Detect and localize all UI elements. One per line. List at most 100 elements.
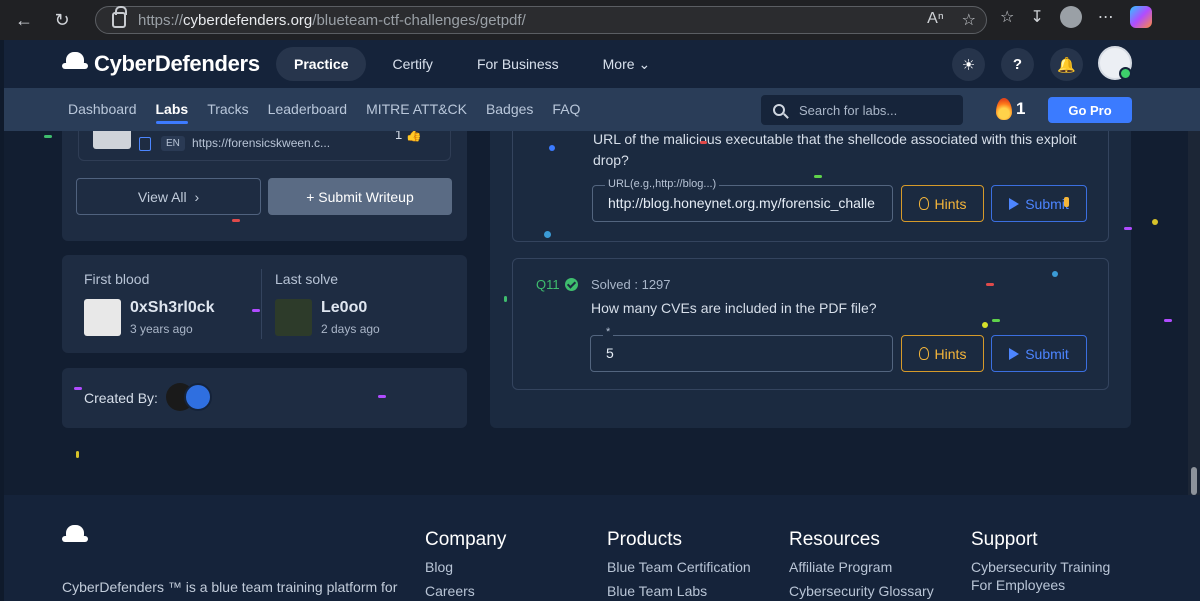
first-blood-avatar[interactable] xyxy=(84,299,121,336)
address-bar[interactable]: https://cyberdefenders.org/blueteam-ctf-… xyxy=(95,6,987,34)
question-text: URL of the malicious executable that the… xyxy=(593,131,1077,168)
input-legend: URL(e.g.,http://blog...) xyxy=(605,178,720,190)
question-number: Q11 xyxy=(536,277,578,292)
created-by-card: Created By: xyxy=(62,368,467,428)
confetti-piece xyxy=(1152,219,1158,225)
confetti-piece xyxy=(700,141,707,144)
hat-logo-icon xyxy=(62,52,88,76)
subnav-badges[interactable]: Badges xyxy=(486,101,533,117)
footer-link[interactable]: Careers xyxy=(425,583,506,599)
footer-link[interactable]: Cybersecurity Training xyxy=(971,559,1110,575)
go-pro-button[interactable]: Go Pro xyxy=(1048,97,1132,123)
submit-writeup-button[interactable]: + Submit Writeup xyxy=(268,178,452,215)
footer-heading: Products xyxy=(607,529,682,550)
submit-button[interactable]: Submit xyxy=(991,185,1087,222)
user-avatar[interactable] xyxy=(1098,46,1132,80)
confetti-piece xyxy=(992,319,1000,322)
nav-certify[interactable]: Certify xyxy=(374,47,450,81)
submit-label: Submit xyxy=(1025,195,1069,212)
question-card-q11: Q11 Solved : 1297 How many CVEs are incl… xyxy=(512,258,1109,390)
footer-link[interactable]: Blue Team Labs xyxy=(607,583,751,599)
hints-button[interactable]: Hints xyxy=(901,185,984,222)
confetti-piece xyxy=(1124,227,1132,230)
submit-button[interactable]: Submit xyxy=(991,335,1087,372)
back-icon[interactable]: ← xyxy=(10,6,38,34)
footer-heading: Support xyxy=(971,529,1038,550)
theme-sun-icon[interactable]: ☀ xyxy=(952,48,985,81)
like-button[interactable]: 1 👍 xyxy=(395,131,422,143)
first-blood: First blood 0xSh3rl0ck 3 years ago xyxy=(84,271,215,336)
subnav-leaderboard[interactable]: Leaderboard xyxy=(268,101,347,117)
like-count: 1 xyxy=(395,131,403,142)
reload-icon[interactable]: ↻ xyxy=(48,6,76,34)
lock-icon[interactable] xyxy=(112,6,127,28)
question-text: How many CVEs are included in the PDF fi… xyxy=(591,300,877,316)
answer-input[interactable]: 5 xyxy=(590,335,893,372)
downloads-icon[interactable]: ↧ xyxy=(1030,7,1043,27)
page-scrollbar[interactable] xyxy=(1188,131,1200,495)
nav-more-label: More xyxy=(602,56,635,72)
confetti-piece xyxy=(504,296,507,302)
last-solve-label: Last solve xyxy=(275,271,339,287)
subnav-tracks[interactable]: Tracks xyxy=(207,101,248,117)
footer-link[interactable]: For Employees xyxy=(971,577,1110,593)
nav-practice[interactable]: Practice xyxy=(276,47,367,81)
first-last-blood-card: First blood 0xSh3rl0ck 3 years ago Last … xyxy=(62,255,467,353)
more-menu-icon[interactable]: ⋯ xyxy=(1098,7,1114,27)
nav-more[interactable]: More ⌄ xyxy=(585,47,669,81)
divider xyxy=(261,269,262,339)
scrollbar-thumb[interactable] xyxy=(1191,467,1197,495)
footer-link[interactable]: Blog xyxy=(425,559,506,575)
favorites-icon[interactable]: ☆ xyxy=(1000,7,1014,27)
footer-link[interactable]: Blue Team Certification xyxy=(607,559,751,575)
lab-search-input[interactable]: Search for labs... xyxy=(761,95,963,125)
bell-icon[interactable]: 🔔 xyxy=(1050,48,1083,81)
read-aloud-icon[interactable]: Aⁿ xyxy=(927,10,944,30)
search-placeholder: Search for labs... xyxy=(799,102,898,118)
nav-for-business[interactable]: For Business xyxy=(459,47,577,81)
browser-profile-icon[interactable] xyxy=(1059,6,1082,28)
url-prefix: https:// xyxy=(138,11,184,29)
copilot-icon[interactable] xyxy=(1129,6,1152,28)
subnav-faq[interactable]: FAQ xyxy=(552,101,580,117)
footer-link[interactable]: Cybersecurity Glossary xyxy=(789,583,934,599)
questions-panel: URL of the malicious executable that the… xyxy=(490,131,1131,428)
subnav-mitre[interactable]: MITRE ATT&CK xyxy=(366,101,467,117)
subnav-dashboard[interactable]: Dashboard xyxy=(68,101,137,117)
question-card-q10: URL of the malicious executable that the… xyxy=(512,131,1109,242)
hints-button[interactable]: Hints xyxy=(901,335,984,372)
subnav-labs[interactable]: Labs xyxy=(155,101,188,124)
question-number-label: Q11 xyxy=(536,277,560,292)
footer-link[interactable]: Affiliate Program xyxy=(789,559,934,575)
help-icon[interactable]: ? xyxy=(1001,48,1034,81)
first-blood-user[interactable]: 0xSh3rl0ck xyxy=(130,299,215,317)
footer: CyberDefenders ™ is a blue team training… xyxy=(4,495,1200,601)
view-all-label: View All xyxy=(137,188,187,205)
writeup-author-avatar xyxy=(93,131,131,149)
last-solve-user[interactable]: Le0o0 xyxy=(321,299,367,317)
confetti-piece xyxy=(232,219,240,222)
favorite-star-icon[interactable]: ☆ xyxy=(962,10,976,30)
lightbulb-icon xyxy=(918,197,929,210)
main-content: 4nckween EN https://forensicskween.c... … xyxy=(4,131,1200,495)
footer-logo[interactable] xyxy=(62,525,88,549)
view-all-button[interactable]: View All › xyxy=(76,178,261,215)
hints-label: Hints xyxy=(934,195,967,212)
writeup-link[interactable]: https://forensicskween.c... xyxy=(192,136,330,150)
answer-input[interactable]: http://blog.honeynet.org.my/forensic_cha… xyxy=(592,185,893,222)
confetti-piece xyxy=(986,283,994,286)
writeup-item[interactable]: 4nckween EN https://forensicskween.c... … xyxy=(78,131,451,161)
creator-avatar-2[interactable] xyxy=(184,383,212,411)
logo[interactable]: CyberDefenders xyxy=(62,51,260,77)
created-by-label: Created By: xyxy=(84,390,158,406)
streak-counter[interactable]: 1 xyxy=(996,98,1025,120)
footer-col-company: Company Blog Careers xyxy=(425,529,506,599)
first-blood-label: First blood xyxy=(84,271,150,287)
sub-nav: Dashboard Labs Tracks Leaderboard MITRE … xyxy=(4,88,1200,131)
footer-heading: Resources xyxy=(789,529,880,550)
last-solve: Last solve Le0o0 2 days ago xyxy=(275,271,380,336)
top-nav: Practice Certify For Business More ⌄ xyxy=(276,47,668,81)
confetti-piece xyxy=(982,322,988,328)
last-solve-avatar[interactable] xyxy=(275,299,312,336)
logo-text: CyberDefenders xyxy=(94,51,260,76)
